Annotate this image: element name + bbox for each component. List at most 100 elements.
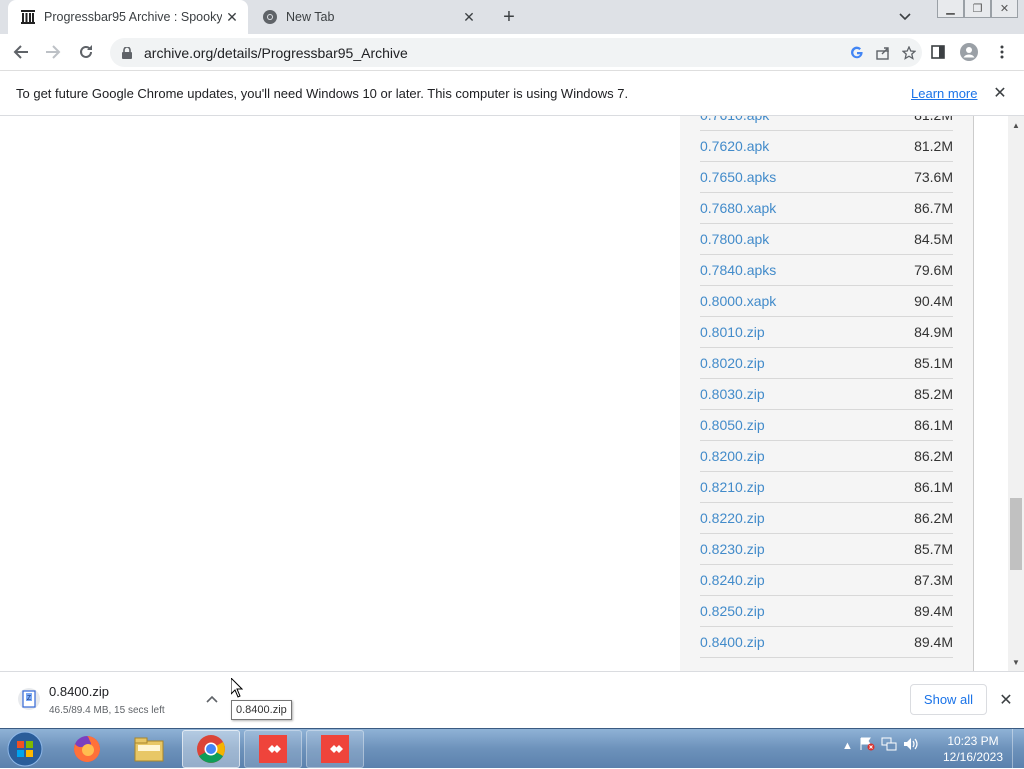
bookmark-star-icon[interactable] — [896, 41, 922, 65]
scroll-up-icon[interactable]: ▲ — [1008, 118, 1024, 132]
file-link[interactable]: 0.7840.apks — [700, 262, 776, 278]
tab-strip: Progressbar95 Archive : Spooky M ✕ New T… — [0, 0, 1024, 34]
restore-button[interactable]: ❐ — [964, 0, 991, 18]
file-size: 81.2M — [914, 116, 953, 123]
lock-icon[interactable] — [120, 46, 134, 59]
file-size: 73.6M — [914, 169, 953, 185]
file-size: 86.2M — [914, 448, 953, 464]
minimize-button[interactable]: ▁ — [937, 0, 964, 18]
clock-date: 12/16/2023 — [942, 750, 1004, 764]
action-center-flag-icon[interactable] — [859, 737, 875, 754]
start-button[interactable] — [4, 730, 46, 768]
learn-more-link[interactable]: Learn more — [911, 86, 977, 101]
file-row: 0.8240.zip 87.3M — [700, 565, 953, 596]
file-row: 0.8200.zip 86.2M — [700, 441, 953, 472]
file-link[interactable]: 0.7610.apk — [700, 116, 769, 123]
file-size: 86.1M — [914, 417, 953, 433]
file-size: 86.7M — [914, 200, 953, 216]
clock-time: 10:23 PM — [947, 734, 999, 748]
new-tab-button[interactable]: + — [496, 6, 522, 28]
file-row: 0.8050.zip 86.1M — [700, 410, 953, 441]
firefox-taskbar-icon[interactable] — [58, 730, 116, 768]
forward-button[interactable] — [40, 39, 66, 65]
file-row: 0.8220.zip 86.2M — [700, 503, 953, 534]
infobar-close-icon[interactable]: ✕ — [990, 83, 1010, 103]
close-download-shelf-icon[interactable]: ✕ — [996, 690, 1016, 710]
file-row: 0.8000.xapk 90.4M — [700, 286, 953, 317]
tab-progressbar95-archive[interactable]: Progressbar95 Archive : Spooky M ✕ — [8, 0, 248, 34]
show-all-button[interactable]: Show all — [910, 684, 987, 715]
file-link[interactable]: 0.8220.zip — [700, 510, 765, 526]
profile-avatar-icon[interactable] — [956, 39, 982, 65]
close-window-button[interactable]: ✕ — [991, 0, 1018, 18]
file-link[interactable]: 0.8210.zip — [700, 479, 765, 495]
file-link[interactable]: 0.8020.zip — [700, 355, 765, 371]
taskbar-clock[interactable]: 10:23 PM 12/16/2023 — [935, 733, 1011, 765]
file-row: 0.7610.apk 81.2M — [700, 116, 953, 131]
back-button[interactable] — [8, 39, 34, 65]
reload-button[interactable] — [73, 39, 99, 65]
show-desktop-button[interactable] — [1012, 729, 1024, 769]
file-link[interactable]: 0.8050.zip — [700, 417, 765, 433]
svg-text:Z: Z — [27, 695, 32, 702]
address-bar[interactable]: archive.org/details/Progressbar95_Archiv… — [110, 38, 922, 67]
file-size: 86.1M — [914, 479, 953, 495]
file-link[interactable]: 0.7680.xapk — [700, 200, 776, 216]
file-row: 0.8010.zip 84.9M — [700, 317, 953, 348]
zip-file-icon[interactable]: Z — [17, 687, 41, 711]
scrollbar-thumb[interactable] — [1010, 498, 1022, 570]
google-lens-icon[interactable] — [844, 41, 870, 65]
show-hidden-icons-icon[interactable]: ▲ — [842, 740, 853, 752]
file-link[interactable]: 0.8010.zip — [700, 324, 765, 340]
file-link[interactable]: 0.7620.apk — [700, 138, 769, 154]
download-tooltip: 0.8400.zip — [231, 700, 292, 720]
mouse-cursor-icon — [230, 676, 244, 698]
file-row: 0.7650.apks 73.6M — [700, 162, 953, 193]
download-filename[interactable]: 0.8400.zip — [49, 684, 109, 699]
tab-new-tab[interactable]: New Tab ✕ — [250, 0, 485, 34]
download-shelf: Z 0.8400.zip 46.5/89.4 MB, 15 secs left … — [0, 671, 1024, 728]
file-size: 81.2M — [914, 138, 953, 154]
file-link[interactable]: 0.8250.zip — [700, 603, 765, 619]
file-row: 0.7680.xapk 86.7M — [700, 193, 953, 224]
file-row: 0.8230.zip 85.7M — [700, 534, 953, 565]
scroll-down-icon[interactable]: ▼ — [1008, 655, 1024, 669]
file-size: 84.5M — [914, 231, 953, 247]
file-size: 86.2M — [914, 510, 953, 526]
file-size: 84.9M — [914, 324, 953, 340]
side-panel-icon[interactable] — [925, 39, 951, 65]
file-row: 0.8020.zip 85.1M — [700, 348, 953, 379]
page-scrollbar[interactable]: ▲ ▼ — [1008, 116, 1024, 671]
share-icon[interactable] — [870, 41, 896, 65]
file-row: 0.7840.apks 79.6M — [700, 255, 953, 286]
file-size: 85.2M — [914, 386, 953, 402]
volume-icon[interactable] — [903, 737, 919, 754]
menu-kebab-icon[interactable] — [989, 39, 1015, 65]
file-link[interactable]: 0.8240.zip — [700, 572, 765, 588]
file-row: 0.8210.zip 86.1M — [700, 472, 953, 503]
anydesk-taskbar-icon[interactable] — [244, 730, 302, 768]
file-explorer-taskbar-icon[interactable] — [120, 730, 178, 768]
file-size: 90.4M — [914, 293, 953, 309]
file-link[interactable]: 0.8230.zip — [700, 541, 765, 557]
network-icon[interactable] — [881, 737, 897, 754]
tab-search-icon[interactable] — [895, 8, 915, 26]
download-status: 46.5/89.4 MB, 15 secs left — [49, 705, 165, 716]
close-tab-icon[interactable]: ✕ — [222, 7, 242, 27]
file-link[interactable]: 0.7650.apks — [700, 169, 776, 185]
file-link[interactable]: 0.8200.zip — [700, 448, 765, 464]
file-link[interactable]: 0.7800.apk — [700, 231, 769, 247]
file-link[interactable]: 0.8000.xapk — [700, 293, 776, 309]
file-size: 85.7M — [914, 541, 953, 557]
file-size: 89.4M — [914, 603, 953, 619]
file-link[interactable]: 0.8030.zip — [700, 386, 765, 402]
file-size: 79.6M — [914, 262, 953, 278]
chrome-taskbar-icon[interactable] — [182, 730, 240, 768]
chrome-update-infobar: To get future Google Chrome updates, you… — [0, 71, 1024, 116]
chevron-up-icon[interactable] — [203, 690, 221, 708]
close-tab-icon[interactable]: ✕ — [459, 7, 479, 27]
file-link[interactable]: 0.8400.zip — [700, 634, 765, 650]
anydesk-taskbar-icon[interactable] — [306, 730, 364, 768]
system-tray: ▲ — [842, 737, 919, 754]
internet-archive-icon — [20, 9, 36, 25]
